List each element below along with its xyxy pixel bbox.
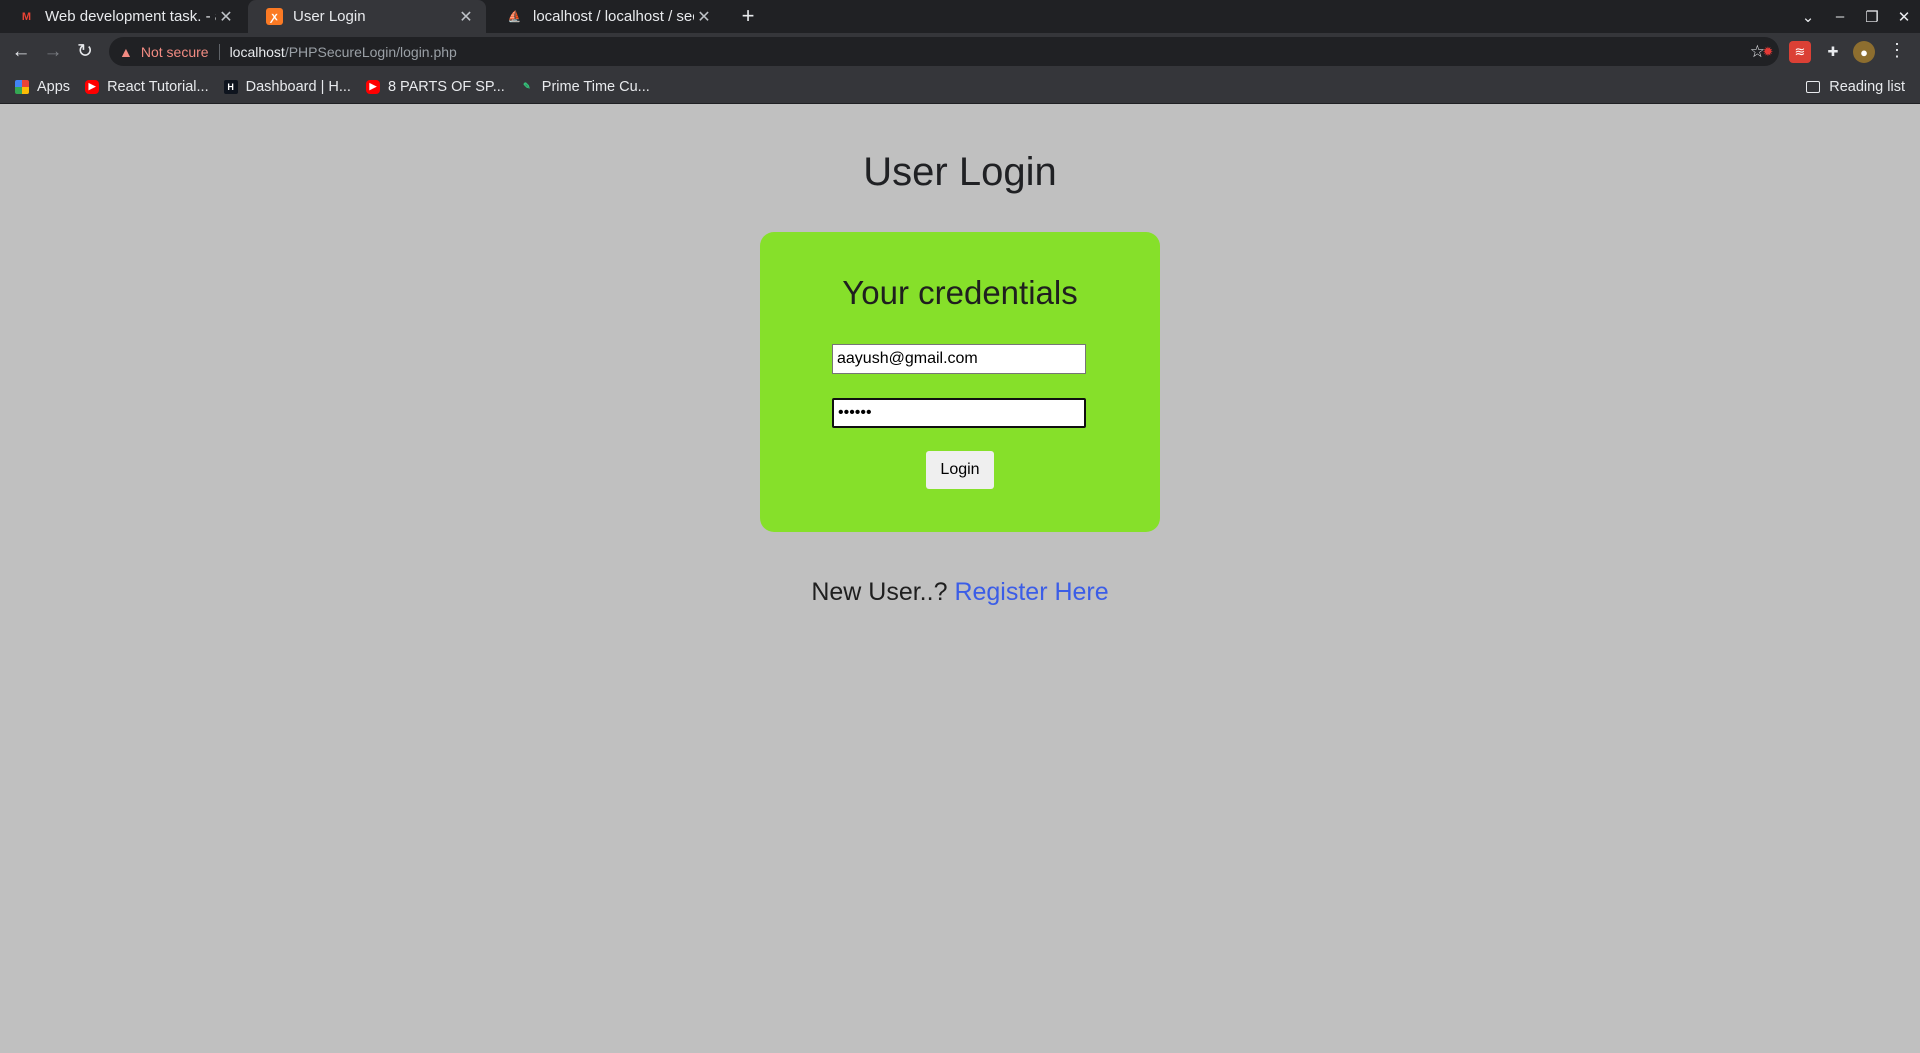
card-heading: Your credentials <box>842 274 1078 311</box>
hackerrank-icon: H <box>223 79 238 94</box>
reading-list-icon <box>1806 81 1821 93</box>
login-button[interactable]: Login <box>926 451 994 489</box>
register-link[interactable]: Register Here <box>954 578 1108 606</box>
tab-title: localhost / localhost / sec <box>533 8 694 25</box>
register-prompt: New User..? Register Here <box>0 578 1920 607</box>
warning-icon: ▲ <box>119 43 133 60</box>
youtube-icon: ▶ <box>365 79 380 94</box>
url-path: /PHPSecureLogin/login.php <box>284 43 457 60</box>
forward-icon[interactable]: → <box>40 39 66 65</box>
back-icon[interactable]: ← <box>8 39 34 65</box>
bookmark-prime-time[interactable]: ✎ Prime Time Cu... <box>520 79 650 95</box>
login-card: Your credentials Login <box>760 232 1160 532</box>
divider <box>218 43 220 60</box>
register-prompt-text: New User..? <box>811 578 948 606</box>
tab-user-login[interactable]: ꭗ User Login ✕ <box>248 0 486 33</box>
menu-icon[interactable]: ⋮ <box>1888 40 1906 61</box>
youtube-icon: ▶ <box>85 79 100 94</box>
phpmyadmin-icon: ⛵ <box>507 11 522 23</box>
toolbar: ← → ↻ ▲ Not secure localhost /PHPSecureL… <box>0 33 1920 70</box>
reload-icon[interactable]: ↻ <box>72 39 98 65</box>
extension-ladybug-icon[interactable]: ✹ <box>1757 41 1779 63</box>
close-icon[interactable]: ✕ <box>694 7 714 27</box>
address-bar[interactable]: ▲ Not secure localhost /PHPSecureLogin/l… <box>109 37 1779 66</box>
reading-list-label: Reading list <box>1829 79 1905 95</box>
bookmark-label: Dashboard | H... <box>245 78 351 95</box>
close-window-icon[interactable]: ✕ <box>1888 8 1920 26</box>
bookmark-leaf-icon: ✎ <box>523 81 531 91</box>
bookmark-label: Prime Time Cu... <box>541 78 650 95</box>
bookmark-label: Apps <box>37 78 71 95</box>
new-tab-button[interactable]: + <box>737 4 759 28</box>
tab-title: User Login <box>293 8 366 25</box>
window-controls: ⌄ – ❐ ✕ <box>1792 0 1920 33</box>
bookmarks-bar: Apps ▶ React Tutorial... H Dashboard | H… <box>0 70 1920 104</box>
profile-avatar[interactable]: ● <box>1853 41 1875 63</box>
tab-phpmyadmin[interactable]: ⛵ localhost / localhost / sec ✕ <box>488 0 724 33</box>
bookmark-apps[interactable]: Apps <box>15 79 70 95</box>
minimize-icon[interactable]: – <box>1824 8 1856 25</box>
tab-gmail[interactable]: M Web development task. - a ✕ <box>0 0 246 33</box>
extensions-puzzle-icon[interactable]: ✚ <box>1822 41 1844 63</box>
apps-grid-icon <box>15 79 29 94</box>
bookmark-8-parts[interactable]: ▶ 8 PARTS OF SP... <box>365 78 505 95</box>
tab-title: Web development task. - a <box>45 8 216 25</box>
bookmark-dashboard[interactable]: H Dashboard | H... <box>223 78 351 95</box>
not-secure-label[interactable]: Not secure <box>141 44 209 60</box>
bookmark-react-tutorial[interactable]: ▶ React Tutorial... <box>85 79 209 95</box>
bookmark-label: 8 PARTS OF SP... <box>387 78 505 95</box>
bookmark-label: React Tutorial... <box>107 78 209 95</box>
close-icon[interactable]: ✕ <box>216 7 236 27</box>
todoist-icon[interactable]: ≋ <box>1789 41 1811 63</box>
tab-strip: M Web development task. - a ✕ ꭗ User Log… <box>0 0 1920 33</box>
gmail-icon: M <box>21 10 32 23</box>
password-field[interactable] <box>832 398 1086 428</box>
restore-icon[interactable]: ❐ <box>1856 8 1888 26</box>
page-title: User Login <box>863 150 1057 194</box>
url-host: localhost <box>229 43 285 60</box>
xampp-icon: ꭗ <box>266 8 283 25</box>
email-field[interactable] <box>832 344 1086 374</box>
close-icon[interactable]: ✕ <box>456 7 476 27</box>
reading-list-button[interactable]: Reading list <box>1806 70 1905 104</box>
tab-search-icon[interactable]: ⌄ <box>1792 8 1824 26</box>
